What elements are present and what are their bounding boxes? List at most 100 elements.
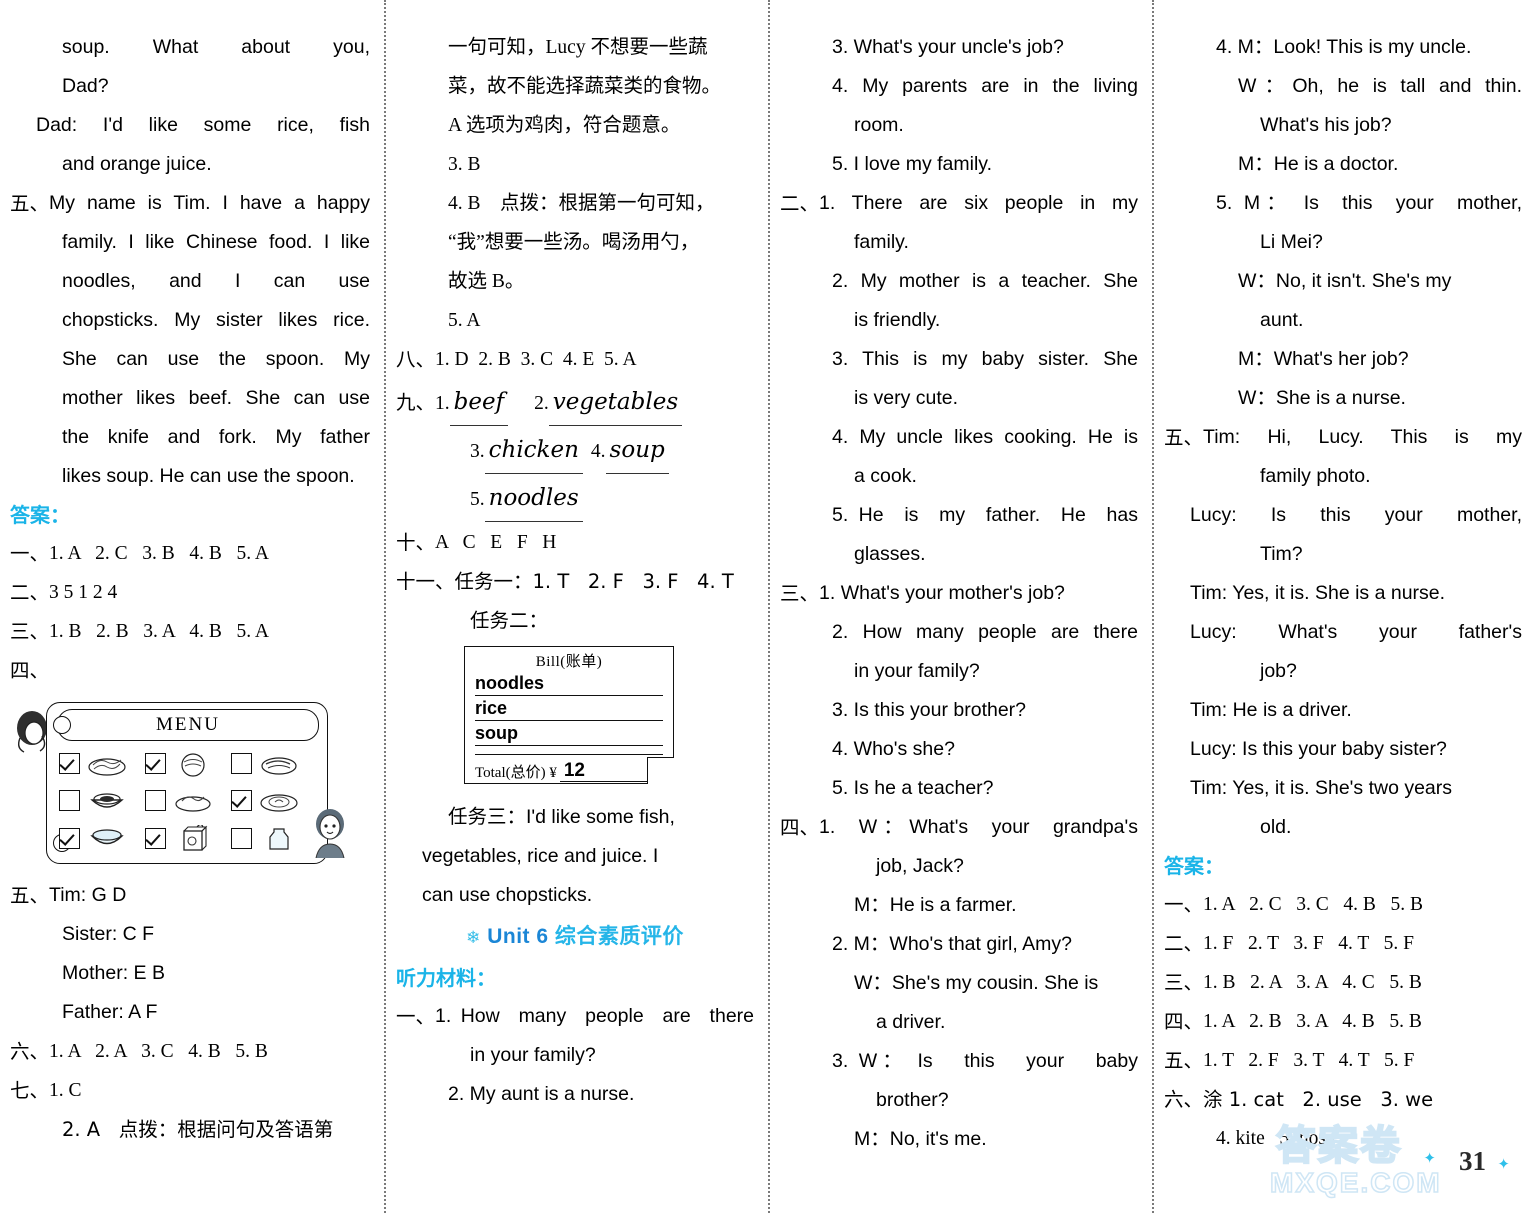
line-marker: [780, 1042, 832, 1081]
line-text: 4. M：Look! This is my uncle.: [1216, 36, 1472, 58]
line-marker: 一、: [396, 1005, 436, 1028]
line-marker: [780, 1081, 876, 1120]
soup-bowl-checkbox[interactable]: [59, 827, 80, 849]
line-text: a driver.: [876, 1011, 946, 1033]
text-line: can use chopsticks.: [396, 876, 754, 915]
line-text: in your family?: [854, 660, 980, 682]
line-text: 2. My aunt is a nurse.: [448, 1083, 635, 1105]
menu-item[interactable]: [59, 782, 145, 819]
text-line: 2. My aunt is a nurse.: [396, 1075, 754, 1114]
line-text: family. I like Chinese food. I like: [62, 231, 370, 253]
line-marker: [1164, 457, 1260, 496]
text-line: A 选项为鸡肉，符合题意。: [396, 106, 754, 145]
menu-item[interactable]: [145, 782, 231, 819]
handwriting-number: 5.: [470, 489, 485, 510]
line-text: job, Jack?: [876, 855, 964, 877]
menu-item[interactable]: [59, 820, 145, 857]
text-line: 五、 Tim: Hi, Lucy. This is my: [1164, 418, 1522, 457]
line-marker: [1164, 808, 1260, 847]
answer-key-page: soup. What about you, Dad? Dad: I'd like…: [0, 0, 1536, 1213]
column-3: 3. What's your uncle's job? 4. My parent…: [768, 0, 1152, 1213]
line-text: 故选 B。: [448, 271, 525, 292]
beef-bowl-checkbox[interactable]: [59, 790, 80, 812]
answer-row: 任务二：: [396, 601, 754, 640]
text-line: 3. Is this your brother?: [780, 691, 1138, 730]
col2-explanation-block: 一句可知，Lucy 不想要一些蔬 菜，故不能选择蔬菜类的食物。 A 选项为鸡肉，…: [396, 28, 754, 379]
text-line: M：He is a doctor.: [1164, 145, 1522, 184]
paw-icon: ❄: [466, 928, 481, 947]
menu-item[interactable]: [231, 782, 317, 819]
text-line: and orange juice.: [10, 145, 370, 184]
text-line: W：She is a nurse.: [1164, 379, 1522, 418]
juice-box-checkbox[interactable]: [145, 827, 166, 849]
line-text: noodles, and I can use: [62, 270, 370, 292]
line-marker: [10, 457, 62, 496]
line-marker: 五、: [1164, 426, 1204, 449]
line-marker: [780, 145, 832, 184]
text-line: 五、 My name is Tim. I have a happy: [10, 184, 370, 223]
line-marker: [10, 379, 62, 418]
text-line: family. I like Chinese food. I like: [10, 223, 370, 262]
line-text: 2. M：Who's that girl, Amy?: [832, 933, 1072, 955]
line-marker: [1164, 691, 1190, 730]
line-marker: [10, 301, 62, 340]
boy-avatar: [315, 809, 345, 858]
menu-item[interactable]: [231, 820, 317, 857]
soup-bowl-icon: [90, 829, 124, 845]
line-text: family.: [854, 231, 909, 253]
line-text: 任务三：I'd like some fish,: [448, 806, 675, 828]
text-line: noodles, and I can use: [10, 262, 370, 301]
milk-bottle-checkbox[interactable]: [231, 827, 252, 849]
menu-item[interactable]: [145, 820, 231, 857]
line-text: My name is Tim. I have a happy: [49, 192, 370, 214]
text-line: aunt.: [1164, 301, 1522, 340]
text-line: family.: [780, 223, 1138, 262]
text-line: 八、 1. D 2. B 3. C 4. E 5. A: [396, 340, 754, 379]
line-text: Lucy: What's your father's: [1190, 621, 1522, 643]
line-marker: [10, 340, 62, 379]
line-marker: [1164, 535, 1260, 574]
bill-item: noodles: [475, 671, 663, 696]
line-marker: [780, 1003, 876, 1042]
line-text: 2. How many people are there: [832, 621, 1138, 643]
line-marker: [780, 1120, 854, 1159]
menu-item[interactable]: [59, 745, 145, 782]
vegetables-checkbox[interactable]: [145, 790, 166, 812]
rice-checkbox[interactable]: [145, 753, 166, 775]
text-line: Li Mei?: [1164, 223, 1522, 262]
text-line: old.: [1164, 808, 1522, 847]
menu-item[interactable]: [231, 745, 317, 782]
bill-illustration: Bill(账单) noodles rice soup Total(总价) ¥ 1…: [396, 642, 754, 792]
line-text: Dad: I'd like some rice, fish: [36, 114, 370, 136]
line-marker: [396, 876, 422, 915]
answer-text: Tim: G D: [49, 884, 127, 906]
line-marker: [10, 28, 62, 67]
line-marker: [396, 223, 448, 262]
handwriting-section: 九、 1. beef 2. vegetables 3. chicken 4. s…: [396, 379, 754, 523]
noodles-checkbox[interactable]: [59, 753, 80, 775]
menu-item[interactable]: [145, 745, 231, 782]
answer-marker: 十、: [396, 531, 436, 554]
chicken-checkbox[interactable]: [231, 790, 252, 812]
fish-checkbox[interactable]: [231, 753, 252, 775]
handwriting-word: noodles: [484, 475, 583, 522]
text-line: soup. What about you,: [10, 28, 370, 67]
text-line: Tim: Yes, it is. She is a nurse.: [1164, 574, 1522, 613]
bill-total-row: Total(总价) ¥ 12: [475, 761, 663, 782]
line-marker: [1164, 262, 1238, 301]
line-marker: [396, 184, 448, 223]
answer-marker: 五、: [10, 884, 50, 907]
juice-box-icon: [183, 825, 208, 851]
col1-answer-list: 一、 1. A 2. C 3. B 4. B 5. A 二、 3 5 1 2 4 三…: [10, 534, 370, 690]
line-text: and orange juice.: [62, 153, 212, 175]
bill-item: soup: [475, 721, 663, 746]
line-text: 5. I love my family.: [832, 153, 993, 175]
answer-marker: [10, 1110, 62, 1149]
line-text: W：She's my cousin. She is: [854, 972, 1099, 994]
answer-row: 十一、 任务一：1. T 2. F 3. F 4. T: [396, 562, 754, 601]
answer-marker: 一、: [10, 542, 50, 565]
line-text: 4. Who's she?: [832, 738, 955, 760]
line-marker: [10, 223, 62, 262]
text-line: 4. Who's she?: [780, 730, 1138, 769]
line-marker: [780, 535, 854, 574]
